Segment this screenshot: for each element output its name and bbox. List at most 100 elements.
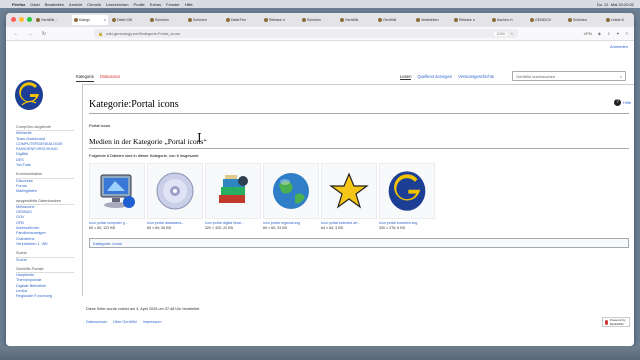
login-link[interactable]: Anmelden	[610, 44, 628, 49]
gallery-filename[interactable]: Icon portal regional.svg	[263, 221, 319, 225]
sidebar-item-mailinglisten[interactable]: Mailinglisten	[16, 189, 74, 194]
browser-tab[interactable]: Schönen	[186, 15, 222, 25]
tab-favicon-icon	[454, 18, 458, 22]
menu-datei[interactable]: Datei	[30, 2, 39, 7]
sidebar-item-regionale-forschung[interactable]: Regionale Forschung	[16, 294, 74, 299]
gallery-thumb[interactable]	[205, 163, 261, 219]
zoom-level[interactable]: 110%	[494, 31, 508, 36]
sidebar-item-suche[interactable]: Suche	[16, 258, 74, 263]
gallery-item[interactable]: Icon portal computer g... 60 × 60; 123 K…	[89, 163, 145, 230]
browser-tab[interactable]: GenWiki	[338, 15, 374, 25]
category-label[interactable]: Kategorie	[93, 241, 110, 246]
footer-link-datenschutz[interactable]: Datenschutz	[86, 320, 107, 324]
powered-text: Powered by MediaWiki	[609, 318, 626, 326]
search-icon[interactable]: ⌕	[620, 74, 622, 79]
minimize-window-button[interactable]	[19, 17, 24, 22]
genwiki-logo[interactable]	[14, 79, 44, 111]
gallery-filename[interactable]: Icon portal databases...	[147, 221, 203, 225]
zoom-window-button[interactable]	[27, 17, 32, 22]
gallery-thumb[interactable]	[147, 163, 203, 219]
search-placeholder: GenWiki durchsuchen	[516, 73, 556, 79]
mediawiki-logo-icon	[605, 319, 608, 325]
browser-tab[interactable]: Datei:GW	[110, 15, 146, 25]
computer-icon	[100, 174, 135, 208]
tab-lesen[interactable]: Lesen	[400, 74, 412, 80]
menu-profile[interactable]: Profile	[133, 2, 144, 7]
media-count: Folgende 6 Dateien sind in dieser Katego…	[89, 153, 200, 158]
globe-icon	[273, 173, 309, 209]
content-area: Kategorie:Portal icons ? Hilfe Portal Ic…	[82, 84, 634, 296]
footer-last-edit: Diese Seite wurde zuletzt am 4. April 20…	[86, 307, 201, 311]
tab-versionsgeschichte[interactable]: Versionsgeschichte	[458, 74, 494, 80]
browser-tab[interactable]: Letzte Ä	[604, 15, 634, 25]
browser-tab[interactable]: GENIDOV	[528, 15, 564, 25]
gallery-meta: 64 × 64; 3 KB	[321, 226, 343, 230]
menu-fenster[interactable]: Fenster	[166, 2, 180, 7]
gallery-thumb[interactable]	[89, 163, 145, 219]
tab-diskussion[interactable]: Diskussion	[100, 74, 120, 82]
star-icon	[329, 172, 369, 209]
tab-favicon-icon	[340, 18, 344, 22]
menu-bearbeiten[interactable]: Bearbeiten	[45, 2, 64, 7]
footer-link-ueber[interactable]: Über GenWiki	[113, 320, 137, 324]
gallery-thumb[interactable]	[321, 163, 377, 219]
powered-by-mediawiki-badge[interactable]: Powered by MediaWiki	[602, 317, 630, 327]
close-tab-icon[interactable]: ✕	[103, 18, 106, 22]
gallery-thumb[interactable]	[263, 163, 319, 219]
browser-tab[interactable]: Release n	[262, 15, 298, 25]
extensions-icon[interactable]: ✦	[616, 31, 619, 36]
footer-link-impressum[interactable]: Impressum	[143, 320, 162, 324]
gallery-item[interactable]: Icon portal selected art... 64 × 64; 3 K…	[321, 163, 377, 230]
wiki-search-input[interactable]: GenWiki durchsuchen ⌕	[512, 71, 626, 81]
gallery-filename[interactable]: Icon portal digital librar...	[205, 221, 261, 225]
gallery-filename[interactable]: Icon portal computer g...	[89, 221, 145, 225]
close-window-button[interactable]	[11, 17, 16, 22]
back-icon[interactable]: ←	[12, 31, 20, 37]
sidebar-item-verlustlisten[interactable]: Verlustlisten 1. WK	[16, 242, 74, 247]
tab-kategorie[interactable]: Kategorie	[76, 74, 94, 82]
category-link-icons[interactable]: Icons	[112, 241, 122, 246]
download-icon[interactable]: ⇩	[607, 31, 610, 36]
menu-ansicht[interactable]: Ansicht	[69, 2, 82, 7]
tab-label: Schönen	[573, 18, 587, 22]
gallery-item[interactable]: Icon portal digital librar... 320 × 320;…	[205, 163, 261, 230]
genwiki-g-icon	[388, 171, 426, 211]
menu-hilfe[interactable]: Hilfe	[185, 2, 193, 7]
tab-label: Schönen	[307, 18, 321, 22]
shield-icon[interactable]: ◈	[598, 31, 601, 36]
gallery-item[interactable]: Icon portal databases... 60 × 60; 26 KB	[147, 163, 203, 230]
browser-tab[interactable]: Schönen	[148, 15, 184, 25]
menu-chronik[interactable]: Chronik	[87, 2, 101, 7]
macos-menubar: Firefox Datei Bearbeiten Ansicht Chronik…	[0, 0, 640, 8]
tab-quelltext[interactable]: Quelltext anzeigen	[417, 74, 452, 80]
bookmark-star-icon[interactable]: ☆	[510, 31, 514, 36]
page-title: Kategorie:Portal icons	[89, 99, 629, 114]
vpn-button[interactable]: VPN	[584, 31, 592, 36]
gallery-item[interactable]: Icon portal societies.svg 330 × 276; 6 K…	[379, 163, 435, 230]
browser-tab[interactable]: Release n	[452, 15, 488, 25]
browser-tab[interactable]: Schönen	[300, 15, 336, 25]
menu-app[interactable]: Firefox	[12, 2, 25, 7]
browser-tab[interactable]: Aachen-H	[490, 15, 526, 25]
tab-favicon-icon	[416, 18, 420, 22]
browser-tab[interactable]: Verdeleken	[414, 15, 450, 25]
forward-icon[interactable]: →	[26, 31, 34, 37]
gallery-item[interactable]: Icon portal regional.svg 60 × 60; 24 KB	[263, 163, 319, 230]
browser-window: GenWiki ... Katego ✕ Datei:GW Schönen Schönen…	[6, 13, 634, 346]
browser-tab[interactable]: GenWiki ...	[34, 15, 70, 25]
browser-tab[interactable]: GenWiki	[376, 15, 412, 25]
menu-icon[interactable]: ≡	[626, 31, 628, 36]
gallery-filename[interactable]: Icon portal selected art...	[321, 221, 377, 225]
sidebar-item-youtube[interactable]: YouTube	[16, 163, 74, 168]
gallery-filename[interactable]: Icon portal societies.svg	[379, 221, 435, 225]
tab-favicon-icon	[530, 18, 534, 22]
reload-icon[interactable]: ↻	[40, 31, 48, 37]
browser-tab[interactable]: Katego ✕	[72, 15, 108, 25]
gallery-thumb[interactable]	[379, 163, 435, 219]
browser-tab[interactable]: Schönen	[566, 15, 602, 25]
menu-extras[interactable]: Extras	[150, 2, 161, 7]
help-link[interactable]: ? Hilfe	[613, 99, 631, 106]
menu-lesezeichen[interactable]: Lesezeichen	[106, 2, 128, 7]
url-bar[interactable]: 🔒 wiki.genealogy.net/Kategorie:Portal_ic…	[94, 29, 518, 38]
browser-tab[interactable]: Datei:Fen	[224, 15, 260, 25]
